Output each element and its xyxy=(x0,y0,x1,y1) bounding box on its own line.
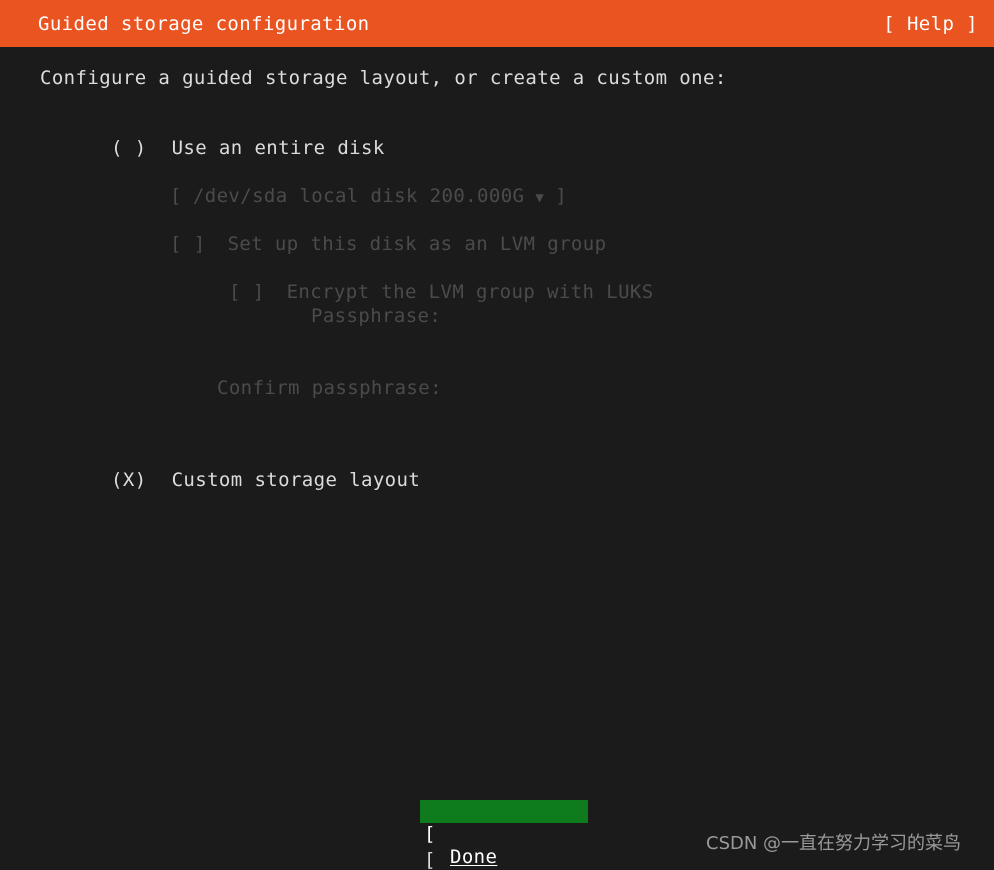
done-button[interactable]: [ Done ] xyxy=(420,800,588,870)
passphrase-label: Passphrase: xyxy=(311,305,442,327)
back-button[interactable]: [ Back ] xyxy=(420,826,588,870)
dropdown-open-bracket: [ xyxy=(170,185,182,207)
radio-marker-custom-layout: (X) xyxy=(111,469,147,491)
main-content: Configure a guided storage layout, or cr… xyxy=(0,47,994,870)
chevron-down-icon: ▼ xyxy=(535,190,545,206)
radio-label-entire-disk: Use an entire disk xyxy=(171,137,385,159)
checkbox-marker-luks: [ ] xyxy=(229,281,265,303)
checkbox-label-lvm: Set up this disk as an LVM group xyxy=(227,233,607,255)
passphrase-input[interactable] xyxy=(465,304,885,328)
dropdown-close-bracket: ] xyxy=(555,185,568,207)
checkbox-marker-lvm: [ ] xyxy=(170,233,206,255)
dropdown-value: /dev/sda local disk 200.000G xyxy=(192,185,525,207)
back-bracket-left: [ xyxy=(424,849,436,870)
radio-marker-entire-disk: ( ) xyxy=(111,137,147,159)
help-button[interactable]: [ Help ] xyxy=(883,13,978,35)
confirm-passphrase-label: Confirm passphrase: xyxy=(217,377,442,399)
watermark-text: CSDN @一直在努力学习的菜鸟 xyxy=(706,833,962,854)
radio-custom-storage-layout[interactable]: (X) Custom storage layout xyxy=(40,444,420,516)
instruction-text: Configure a guided storage layout, or cr… xyxy=(40,67,727,89)
installer-screen: Guided storage configuration [ Help ] Co… xyxy=(0,0,994,870)
radio-label-custom-layout: Custom storage layout xyxy=(171,469,421,491)
checkbox-label-luks: Encrypt the LVM group with LUKS xyxy=(286,281,654,303)
confirm-passphrase-input[interactable] xyxy=(465,376,885,400)
page-title: Guided storage configuration xyxy=(38,13,370,35)
header-bar: Guided storage configuration [ Help ] xyxy=(0,0,994,47)
